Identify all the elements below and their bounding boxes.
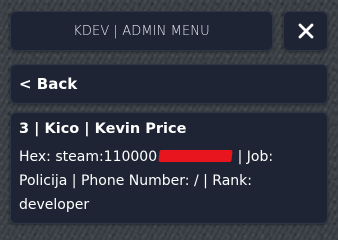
hex-suffix-partial: 0 (148, 149, 158, 165)
close-icon (298, 23, 313, 39)
admin-menu-header: KDEV | ADMIN MENU (10, 11, 273, 51)
player-heading: 3 | Kico | Kevin Price (19, 121, 187, 137)
back-button[interactable]: < Back (10, 64, 328, 104)
redaction-mark (158, 150, 233, 162)
menu-title: KDEV | ADMIN MENU (73, 23, 210, 39)
back-button-label: < Back (19, 75, 78, 93)
close-button[interactable] (283, 11, 328, 51)
hex-prefix: Hex: steam:11000 (19, 149, 149, 165)
player-info-card: 3 | Kico | Kevin Price Hex: steam:110000… (10, 112, 328, 224)
player-details: Hex: steam:110000 | Job: Policija | Phon… (19, 145, 319, 217)
